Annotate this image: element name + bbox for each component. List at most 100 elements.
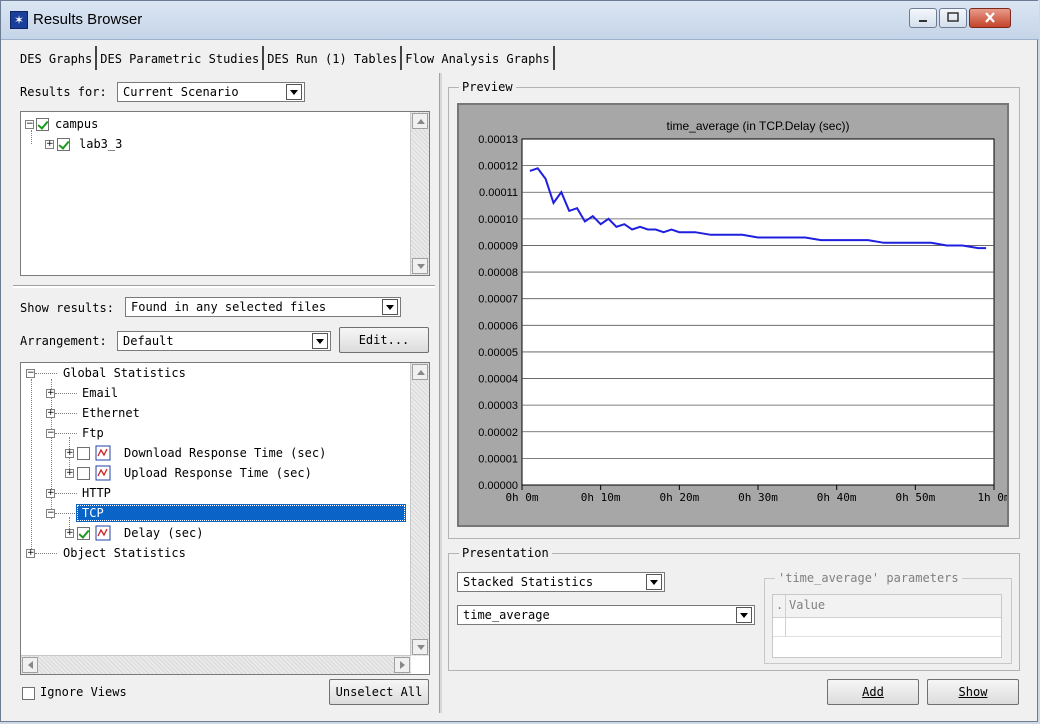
col-dot-header: .: [776, 598, 784, 612]
window-title: Results Browser: [33, 11, 143, 28]
tree-line: [35, 373, 57, 375]
results-for-select[interactable]: Current Scenario: [117, 82, 305, 102]
results-for-value: Current Scenario: [123, 85, 239, 99]
tree-node-label: Ethernet: [82, 406, 140, 420]
chevron-down-icon[interactable]: [736, 607, 752, 623]
x-tick-label: 0h 20m: [659, 491, 699, 504]
tree-line: [55, 393, 77, 395]
maximize-button[interactable]: [939, 8, 967, 28]
edit-button[interactable]: Edit...: [339, 327, 429, 353]
ignore-views-checkbox[interactable]: [22, 687, 35, 700]
y-tick-label: 0.00003: [478, 400, 518, 412]
unselect-all-button[interactable]: Unselect All: [329, 679, 429, 705]
parameters-group-title: 'time_average' parameters: [775, 570, 962, 586]
tab-des-run-tables[interactable]: DES Run (1) Tables: [264, 46, 403, 70]
statistics-tree[interactable]: − Global Statistics + Email + Ethernet −…: [20, 362, 430, 675]
x-tick-label: 0h 30m: [738, 491, 778, 504]
results-for-label: Results for:: [20, 85, 107, 99]
app-icon: ✶: [10, 11, 28, 29]
parameters-table[interactable]: . Value: [772, 594, 1002, 658]
parameters-table-row[interactable]: [773, 618, 1001, 637]
tree-line: [35, 553, 57, 555]
add-button[interactable]: Add: [827, 679, 919, 705]
expand-icon[interactable]: +: [46, 489, 55, 498]
filter-select[interactable]: time_average: [457, 605, 755, 625]
filter-value: time_average: [463, 608, 550, 622]
y-axis-ticks: 0.000000.000010.000020.000030.000040.000…: [478, 134, 518, 492]
expand-icon[interactable]: +: [26, 549, 35, 558]
graph-icon: [95, 445, 111, 461]
title-bar[interactable]: ✶ Results Browser: [1, 1, 1039, 40]
collapse-icon[interactable]: −: [25, 120, 34, 129]
download-response-checkbox[interactable]: [77, 447, 90, 460]
panel-divider[interactable]: [439, 73, 442, 713]
stack-mode-value: Stacked Statistics: [463, 575, 594, 589]
y-tick-label: 0.00012: [478, 161, 518, 173]
show-button[interactable]: Show: [927, 679, 1019, 705]
splitter[interactable]: [13, 285, 435, 288]
expand-icon[interactable]: +: [46, 389, 55, 398]
tab-des-graphs[interactable]: DES Graphs: [17, 46, 98, 70]
chevron-down-icon[interactable]: [646, 574, 662, 590]
expand-icon[interactable]: +: [65, 529, 74, 538]
tree-node-label: lab3_3: [79, 137, 123, 151]
statistics-tree-hscroll[interactable]: [21, 655, 411, 674]
arrangement-value: Default: [123, 334, 174, 348]
tab-des-parametric-studies[interactable]: DES Parametric Studies: [97, 46, 265, 70]
scroll-up-icon[interactable]: [412, 364, 428, 380]
expand-icon[interactable]: +: [45, 140, 54, 149]
collapse-icon[interactable]: −: [46, 429, 55, 438]
scroll-left-icon[interactable]: [22, 657, 38, 673]
expand-icon[interactable]: +: [65, 469, 74, 478]
scroll-right-icon[interactable]: [394, 657, 410, 673]
results-browser-window: ✶ Results Browser DES Graphs DES Paramet…: [0, 0, 1039, 722]
collapse-icon[interactable]: −: [26, 369, 35, 378]
y-tick-label: 0.00005: [478, 347, 518, 359]
column-divider: [785, 595, 786, 617]
tree-line: [55, 433, 77, 435]
minimize-button[interactable]: [909, 8, 937, 28]
y-tick-label: 0.00001: [478, 453, 518, 465]
graph-icon: [95, 465, 111, 481]
collapse-icon[interactable]: −: [46, 509, 55, 518]
scroll-down-icon[interactable]: [412, 639, 428, 655]
expand-icon[interactable]: +: [46, 409, 55, 418]
scenario-tree-vscroll[interactable]: [410, 112, 429, 275]
tree-node-label: HTTP: [82, 486, 111, 500]
y-tick-label: 0.00013: [478, 134, 518, 146]
expand-icon[interactable]: +: [65, 449, 74, 458]
tree-line: [55, 413, 77, 415]
tree-node-label: Upload Response Time (sec): [124, 466, 312, 480]
y-tick-label: 0.00011: [479, 187, 518, 199]
tree-node-label: Delay (sec): [124, 526, 204, 540]
tree-line: [51, 379, 53, 519]
x-axis-ticks: 0h 0m 0h 10m 0h 20m 0h 30m 0h 40m 0h 50m 1h 0m: [505, 485, 1011, 504]
x-tick-label: 0h 10m: [581, 491, 621, 504]
col-value-header: Value: [789, 598, 826, 612]
tab-flow-analysis-graphs[interactable]: Flow Analysis Graphs: [402, 46, 555, 70]
tree-node-label: Download Response Time (sec): [124, 446, 327, 460]
x-tick-label: 1h 0m: [977, 491, 1007, 504]
scenario-tree[interactable]: − campus + lab3_3: [20, 111, 430, 276]
tree-node-label-selected: TCP: [76, 504, 406, 522]
delay-checkbox[interactable]: [77, 527, 90, 540]
close-button[interactable]: [969, 8, 1011, 28]
scroll-up-icon[interactable]: [412, 113, 428, 129]
presentation-group-title: Presentation: [459, 545, 552, 561]
ignore-views-label: Ignore Views: [40, 685, 127, 699]
plot-area: [521, 138, 995, 486]
campus-checkbox[interactable]: [36, 118, 49, 131]
show-results-select[interactable]: Found in any selected files: [125, 297, 401, 317]
stack-mode-select[interactable]: Stacked Statistics: [457, 572, 665, 592]
y-tick-label: 0.00002: [478, 427, 518, 439]
arrangement-select[interactable]: Default: [117, 331, 331, 351]
arrangement-label: Arrangement:: [20, 334, 107, 348]
tab-strip: DES Graphs DES Parametric Studies DES Ru…: [17, 46, 555, 72]
lab3-3-checkbox[interactable]: [57, 138, 70, 151]
chevron-down-icon: [382, 299, 398, 315]
scroll-down-icon[interactable]: [412, 258, 428, 274]
upload-response-checkbox[interactable]: [77, 467, 90, 480]
x-tick-label: 0h 50m: [895, 491, 935, 504]
statistics-tree-vscroll[interactable]: [410, 363, 429, 656]
chevron-down-icon: [286, 84, 302, 100]
